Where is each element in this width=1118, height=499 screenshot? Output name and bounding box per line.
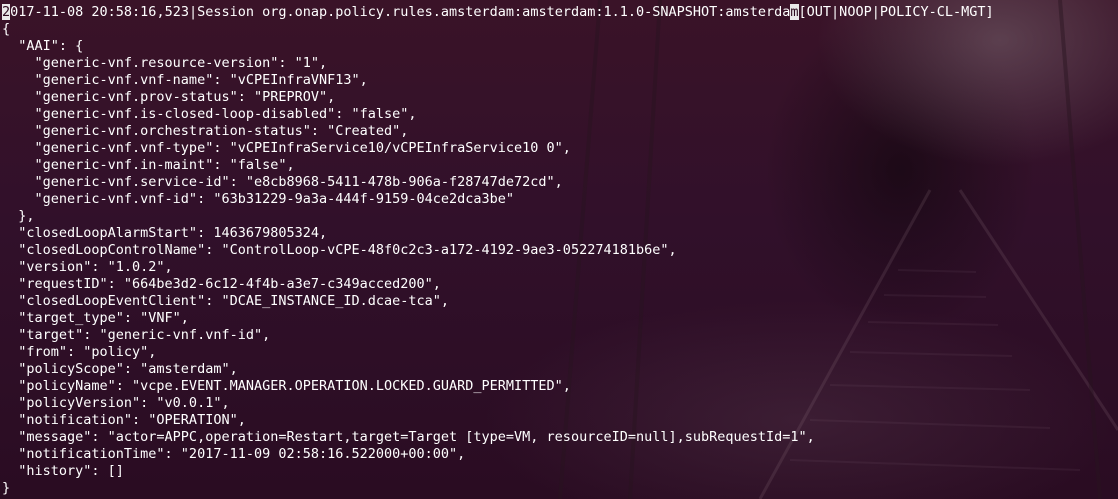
log-header-text: 017-11-08 20:58:16,523|Session org.onap.… <box>10 4 791 20</box>
json-line: "policyName": "vcpe.EVENT.MANAGER.OPERAT… <box>2 378 571 394</box>
json-body: { "AAI": { "generic-vnf.resource-version… <box>2 21 994 497</box>
json-line: } <box>2 480 11 496</box>
json-line: "generic-vnf.in-maint": "false", <box>2 157 295 173</box>
json-line: "closedLoopControlName": "ControlLoop-vC… <box>2 242 677 258</box>
json-line: { <box>2 21 11 37</box>
log-header-tags: [OUT|NOOP|POLICY-CL-MGT] <box>798 4 994 20</box>
json-line: "from": "policy", <box>2 344 157 360</box>
json-line: "requestID": "664be3d2-6c12-4f4b-a3e7-c3… <box>2 276 441 292</box>
json-line: "generic-vnf.vnf-type": "vCPEInfraServic… <box>2 140 571 156</box>
json-line: "notification": "OPERATION", <box>2 412 246 428</box>
json-line: "generic-vnf.resource-version": "1", <box>2 55 328 71</box>
json-line: "notificationTime": "2017-11-09 02:58:16… <box>2 446 466 462</box>
json-line: "generic-vnf.vnf-id": "63b31229-9a3a-444… <box>2 191 515 207</box>
json-line: "policyScope": "amsterdam", <box>2 361 238 377</box>
terminal-cursor: 2 <box>2 4 11 20</box>
json-line: "history": [] <box>2 463 124 479</box>
selected-text[interactable]: m <box>790 4 799 20</box>
json-line: "target_type": "VNF", <box>2 310 189 326</box>
json-line: }, <box>2 208 35 224</box>
terminal-output[interactable]: 2017-11-08 20:58:16,523|Session org.onap… <box>2 4 994 497</box>
json-line: "closedLoopEventClient": "DCAE_INSTANCE_… <box>2 293 450 309</box>
json-line: "generic-vnf.prov-status": "PREPROV", <box>2 89 336 105</box>
json-line: "AAI": { <box>2 38 84 54</box>
json-line: "generic-vnf.service-id": "e8cb8968-5411… <box>2 174 563 190</box>
json-line: "generic-vnf.is-closed-loop-disabled": "… <box>2 106 417 122</box>
json-line: "generic-vnf.orchestration-status": "Cre… <box>2 123 409 139</box>
json-line: "generic-vnf.vnf-name": "vCPEInfraVNF13"… <box>2 72 368 88</box>
json-line: "message": "actor=APPC,operation=Restart… <box>2 429 815 445</box>
json-line: "policyVersion": "v0.0.1", <box>2 395 230 411</box>
json-line: "version": "1.0.2", <box>2 259 173 275</box>
json-line: "closedLoopAlarmStart": 1463679805324, <box>2 225 328 241</box>
log-header-line: 2017-11-08 20:58:16,523|Session org.onap… <box>2 4 994 21</box>
json-line: "target": "generic-vnf.vnf-id", <box>2 327 271 343</box>
